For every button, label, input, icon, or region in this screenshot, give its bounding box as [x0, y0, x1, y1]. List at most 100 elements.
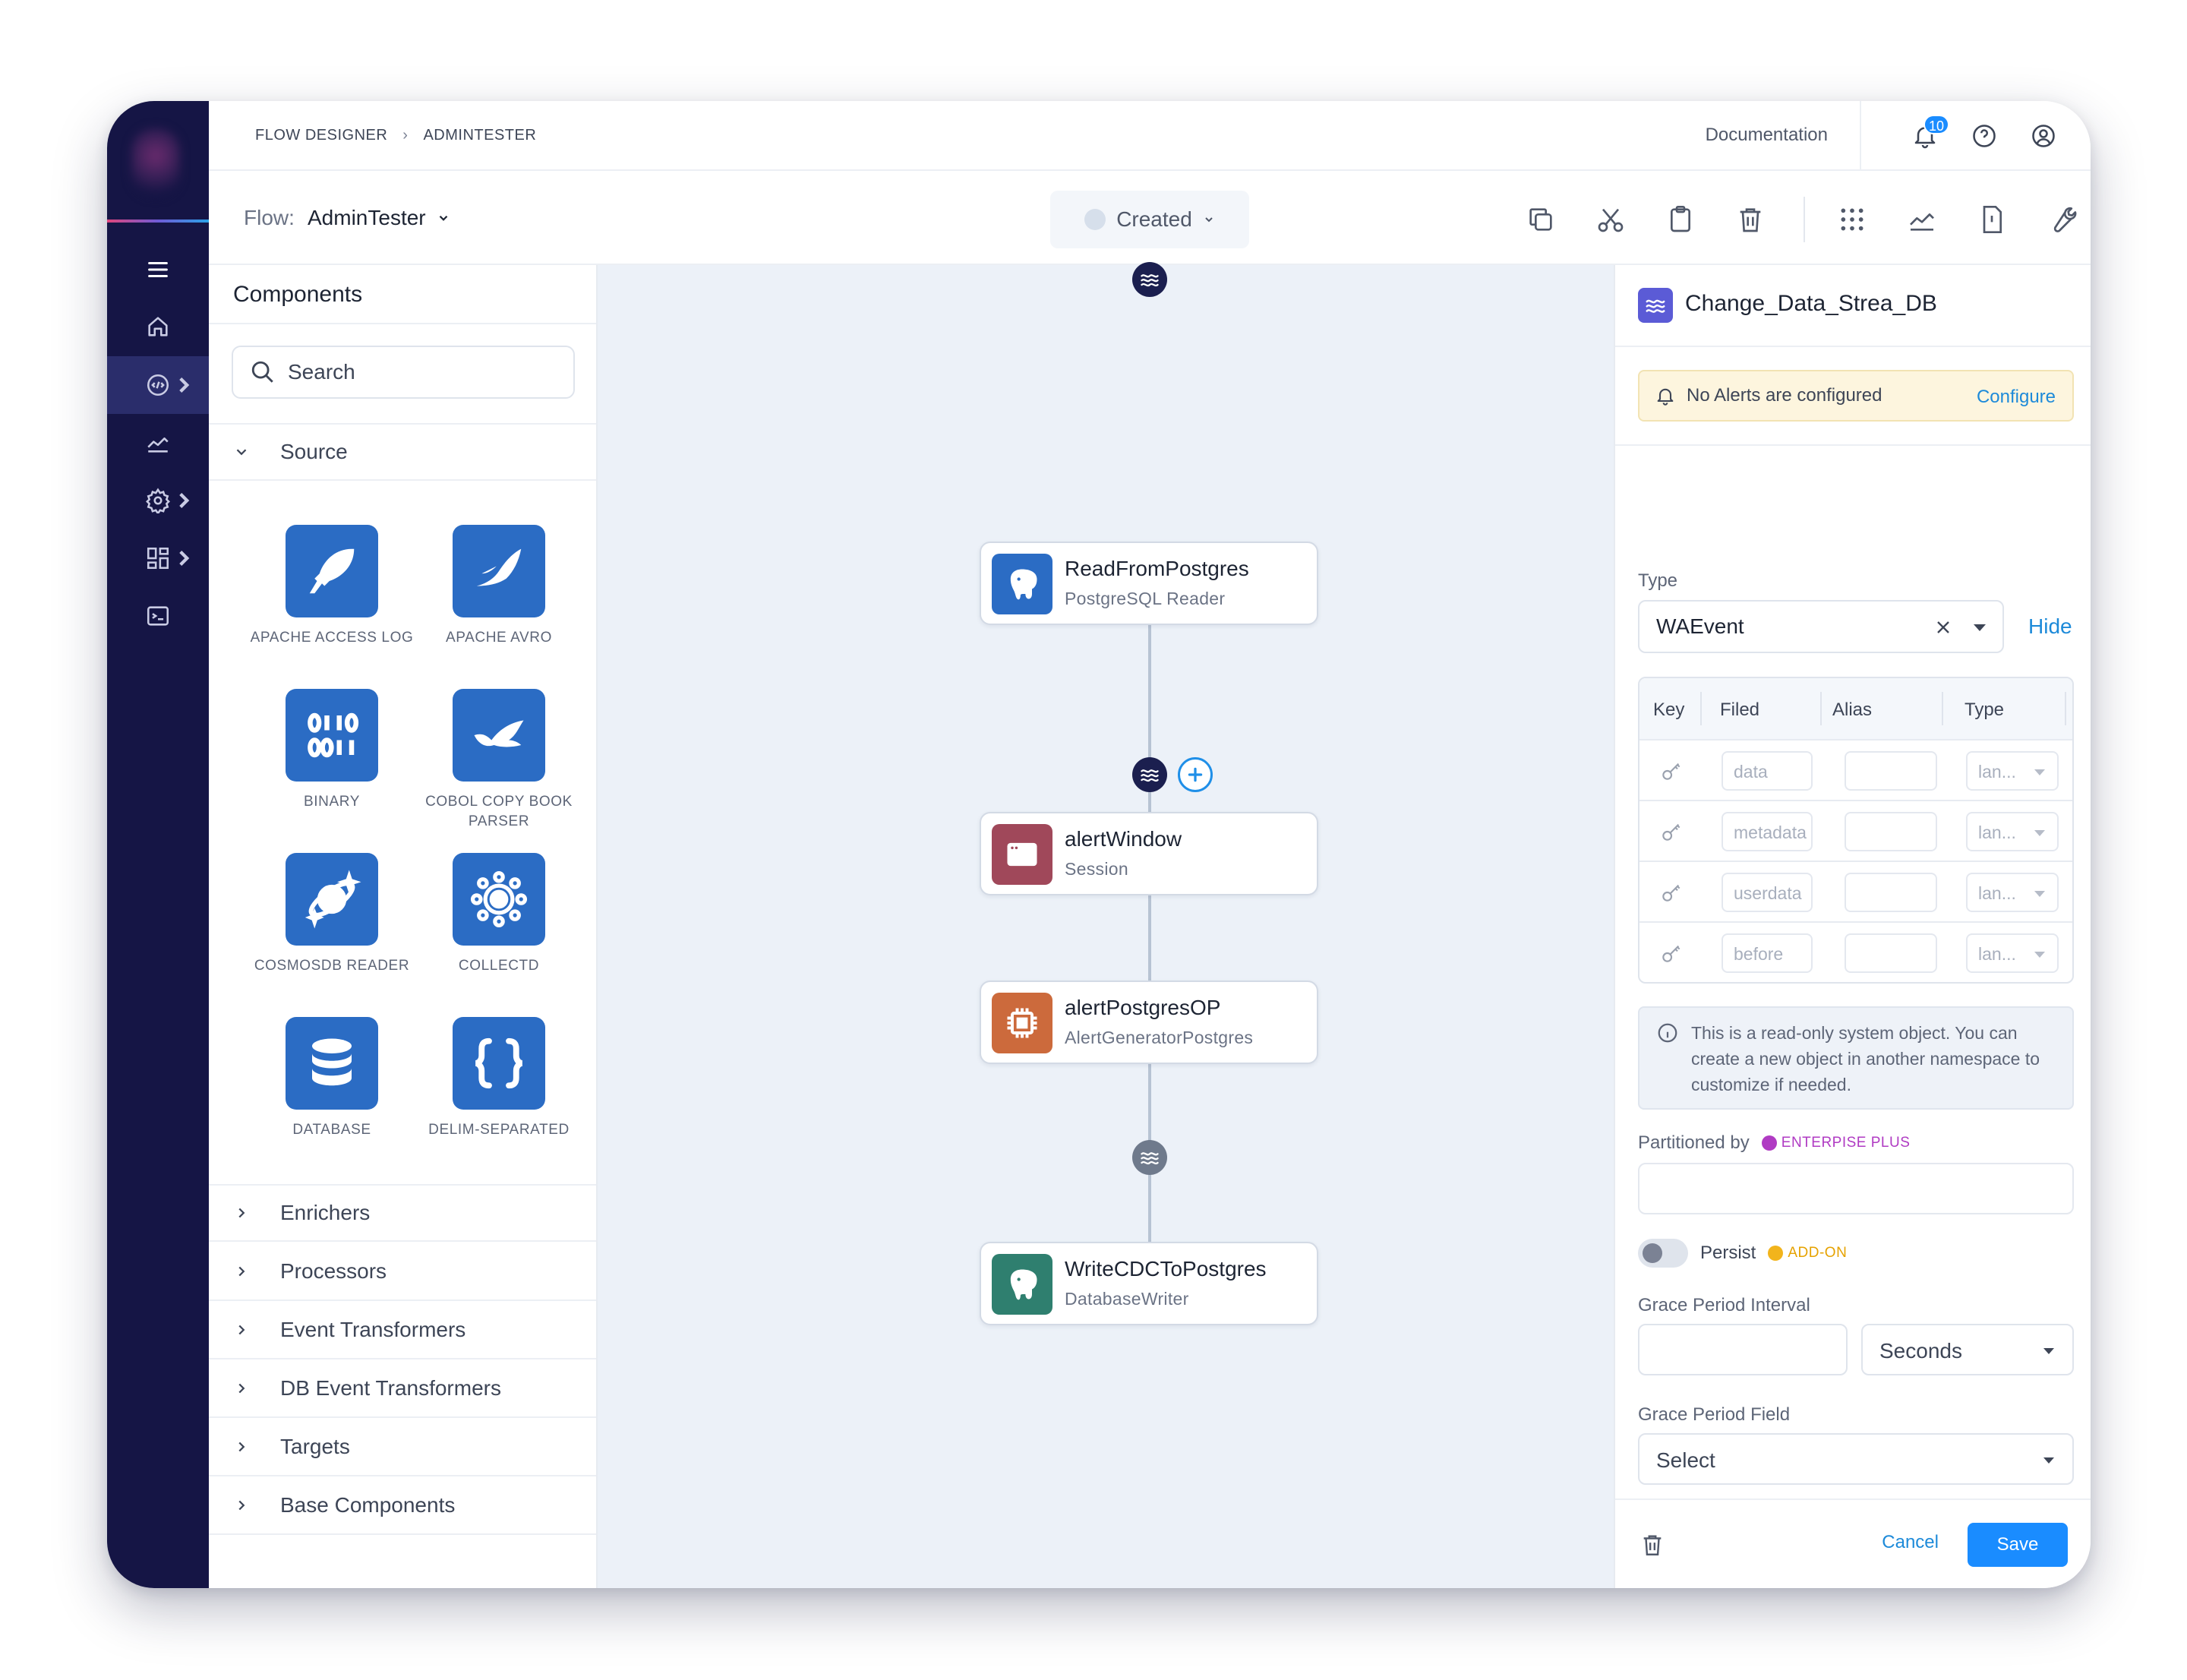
app-logo [131, 128, 180, 197]
home-icon[interactable] [107, 298, 209, 355]
menu-icon[interactable] [107, 241, 209, 298]
component-apache-avro[interactable]: APACHE AVRO [415, 525, 582, 648]
node-title: alertWindow [1065, 827, 1182, 851]
flow-canvas[interactable]: ReadFromPostgres PostgreSQL Reader alert… [598, 262, 1614, 1588]
type-select[interactable]: lan... [1966, 933, 2059, 973]
breadcrumb: FLOW DESIGNER › ADMINTESTER [255, 127, 536, 144]
flow-node-alert-postgres-op[interactable]: alertPostgresOP AlertGeneratorPostgres [980, 981, 1318, 1064]
section-base-components[interactable]: Base Components [209, 1477, 596, 1535]
caret-down-icon [2034, 769, 2045, 775]
chevron-down-icon [236, 449, 247, 456]
cluster-icon [453, 853, 545, 946]
flow-name: AdminTester [308, 206, 426, 229]
flow-node-write-cdc-to-postgres[interactable]: WriteCDCToPostgres DatabaseWriter [980, 1242, 1318, 1325]
grace-period-interval-input[interactable] [1638, 1324, 1848, 1375]
stream-icon[interactable] [1132, 757, 1167, 792]
paste-button[interactable] [1665, 204, 1696, 235]
delete-button[interactable] [1735, 204, 1766, 235]
component-cobol-copy-book-parser[interactable]: COBOL COPY BOOK PARSER [415, 689, 582, 832]
grace-period-field-select[interactable]: Select [1638, 1433, 2074, 1485]
field-name-input[interactable]: userdata [1722, 873, 1813, 912]
help-button[interactable] [1971, 122, 1998, 150]
alias-input[interactable] [1845, 751, 1937, 791]
column-key: Key [1653, 699, 1685, 720]
component-apache-access-log[interactable]: APACHE ACCESS LOG [248, 525, 415, 648]
grace-period-unit-select[interactable]: Seconds [1861, 1324, 2074, 1375]
persist-toggle[interactable] [1638, 1239, 1688, 1268]
section-source-label: Source [280, 440, 348, 463]
exceptions-button[interactable] [1977, 204, 2007, 235]
stream-icon[interactable] [1132, 1140, 1167, 1175]
component-cosmosdb-reader[interactable]: COSMOSDB READER [248, 853, 415, 976]
add-component-button[interactable] [1178, 757, 1213, 792]
type-select[interactable]: lan... [1966, 812, 2059, 851]
component-search-input[interactable]: Search [232, 346, 575, 399]
document-alert-icon [1983, 206, 2002, 233]
chevron-right-icon [238, 1266, 245, 1277]
hide-fields-link[interactable]: Hide [2028, 614, 2072, 639]
notifications-button[interactable]: 10 [1911, 115, 1949, 150]
flow-selector[interactable]: AdminTester [308, 206, 450, 230]
source-stream-icon[interactable] [1132, 262, 1167, 297]
component-collectd[interactable]: COLLECTD [415, 853, 582, 976]
column-divider [1820, 692, 1822, 725]
section-label: Event Transformers [280, 1318, 466, 1341]
section-targets[interactable]: Targets [209, 1419, 596, 1476]
type-select[interactable]: WAEvent [1638, 600, 2004, 653]
partitioned-by-input[interactable] [1638, 1163, 2074, 1214]
monitor-chart-icon[interactable] [107, 414, 209, 472]
fields-table: Key Filed Alias Type data lan... metadat… [1638, 677, 2074, 984]
metrics-button[interactable] [1907, 204, 1937, 235]
section-enrichers[interactable]: Enrichers [209, 1184, 596, 1242]
persist-row: Persist ADD-ON [1638, 1239, 1847, 1268]
section-processors[interactable]: Processors [209, 1243, 596, 1301]
field-name-input[interactable]: before [1722, 933, 1813, 973]
configure-button[interactable] [2047, 204, 2077, 235]
settings-icon[interactable] [107, 472, 209, 529]
postgres-icon [992, 1254, 1052, 1315]
cancel-button[interactable]: Cancel [1882, 1532, 1939, 1553]
component-delim-separated[interactable]: DELIM-SEPARATED [415, 1017, 582, 1140]
rail-accent-bar [107, 219, 209, 223]
type-value: lan... [1978, 823, 2016, 842]
flow-designer-icon[interactable] [107, 356, 209, 414]
user-profile-button[interactable] [2030, 122, 2057, 150]
key-icon[interactable] [1659, 941, 1684, 965]
table-row: before lan... [1639, 921, 2072, 982]
section-event-transformers[interactable]: Event Transformers [209, 1302, 596, 1359]
type-select[interactable]: lan... [1966, 873, 2059, 912]
field-name-input[interactable]: data [1722, 751, 1813, 791]
trash-icon[interactable] [1639, 1532, 1665, 1558]
component-label: APACHE AVRO [446, 630, 552, 646]
node-title: ReadFromPostgres [1065, 557, 1249, 580]
flow-node-read-from-postgres[interactable]: ReadFromPostgres PostgreSQL Reader [980, 542, 1318, 625]
grid-toggle-button[interactable] [1837, 204, 1867, 235]
postgres-icon [992, 554, 1052, 614]
documentation-link[interactable]: Documentation [1706, 125, 1828, 146]
configure-alerts-link[interactable]: Configure [1977, 387, 2056, 408]
type-select[interactable]: lan... [1966, 751, 2059, 791]
console-icon[interactable] [107, 587, 209, 645]
clear-icon[interactable] [1933, 617, 1954, 638]
copy-button[interactable] [1526, 204, 1556, 235]
section-db-event-transformers[interactable]: DB Event Transformers [209, 1360, 596, 1418]
field-name-input[interactable]: metadata [1722, 812, 1813, 851]
cut-button[interactable] [1595, 204, 1626, 235]
component-database[interactable]: DATABASE [248, 1017, 415, 1140]
apps-icon[interactable] [107, 529, 209, 587]
key-icon[interactable] [1659, 880, 1684, 905]
flow-node-alert-window[interactable]: alertWindow Session [980, 812, 1318, 895]
save-button[interactable]: Save [1968, 1523, 2068, 1567]
wing-icon [453, 525, 545, 617]
section-source[interactable]: Source [209, 423, 596, 481]
component-binary[interactable]: BINARY [248, 689, 415, 812]
breadcrumb-flow-designer[interactable]: FLOW DESIGNER [255, 127, 387, 144]
alias-input[interactable] [1845, 873, 1937, 912]
key-icon[interactable] [1659, 819, 1684, 844]
flow-status-dropdown[interactable]: Created [1050, 191, 1249, 248]
key-icon[interactable] [1659, 759, 1684, 783]
section-label: Base Components [280, 1493, 456, 1517]
alias-input[interactable] [1845, 933, 1937, 973]
alias-input[interactable] [1845, 812, 1937, 851]
component-label: COSMOSDB READER [254, 958, 410, 974]
